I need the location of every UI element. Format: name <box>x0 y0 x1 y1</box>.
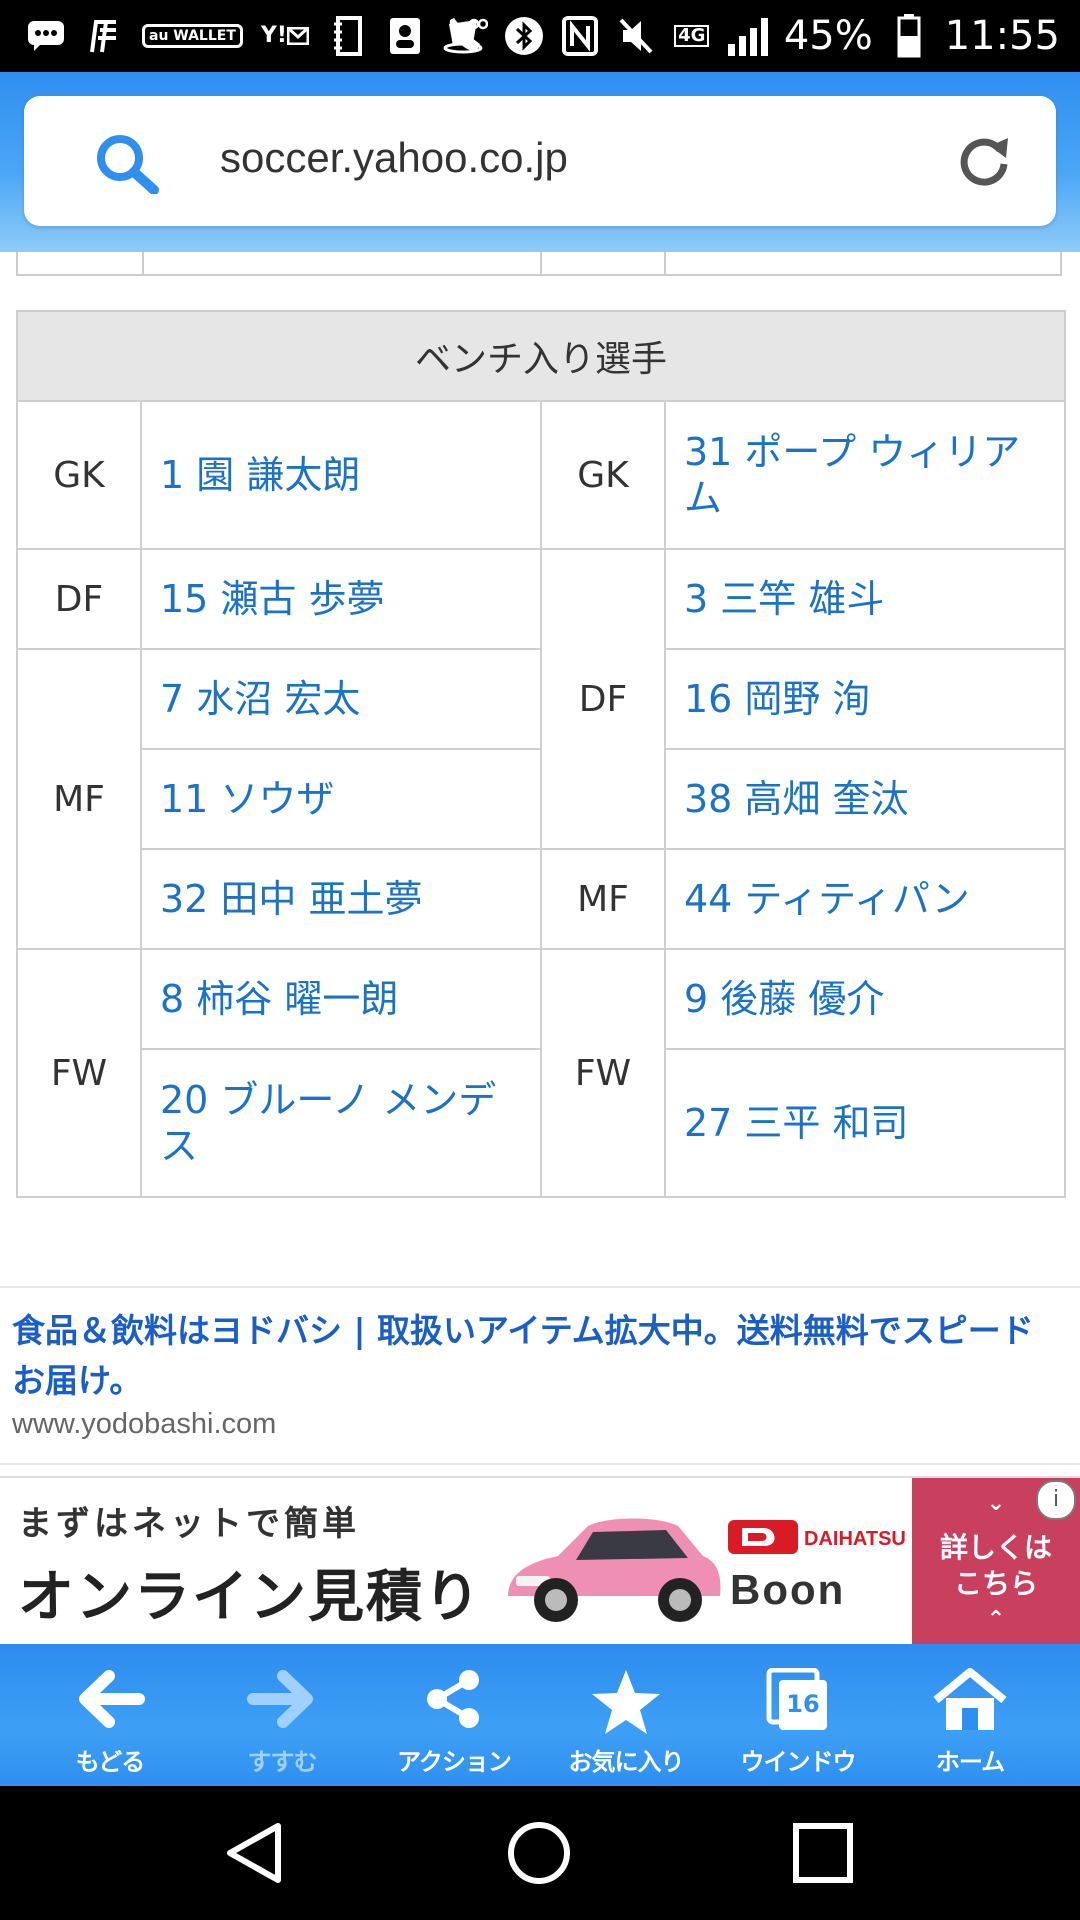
recents-nav-icon[interactable] <box>792 1822 854 1888</box>
yahoo-mail-icon: Y! <box>261 14 309 58</box>
home-nav-icon[interactable] <box>506 1820 572 1890</box>
notebook-icon <box>327 14 367 58</box>
back-nav-icon[interactable] <box>222 1820 286 1890</box>
arrow-left-icon <box>75 1668 145 1734</box>
cta-line2: こちら <box>953 1567 1038 1600</box>
home-icon <box>932 1668 1008 1738</box>
back-label: もどる <box>75 1748 146 1776</box>
player-link[interactable]: 3 三竿 雄斗 <box>663 548 1067 650</box>
forward-label: すすむ <box>247 1748 318 1776</box>
nfc-icon <box>560 14 600 58</box>
brand-name: DAIHATSU <box>804 1528 906 1550</box>
banner-ad[interactable]: まずはネットで簡単 オンライン見積り DAIHATSU Boon ⌄ 詳しくは … <box>0 1476 1080 1648</box>
clock: 11:55 <box>944 13 1060 59</box>
url-text[interactable]: soccer.yahoo.co.jp <box>220 134 568 182</box>
daihatsu-logo <box>728 1520 798 1558</box>
ad-info-icon[interactable]: i <box>1036 1480 1076 1520</box>
favorites-label: お気に入り <box>568 1748 685 1776</box>
model-name: Boon <box>730 1566 846 1613</box>
car-image <box>498 1504 728 1638</box>
position-label: MF <box>540 848 666 950</box>
text-ad[interactable]: 食品＆飲料はヨドバシ | 取扱いアイテム拡大中。送料無料でスピードお届け。 ww… <box>0 1286 1080 1465</box>
chevron-up-icon: ⌃ <box>986 1607 1006 1632</box>
system-navigation-bar <box>0 1786 1080 1920</box>
ad-title-link[interactable]: 食品＆飲料はヨドバシ | 取扱いアイテム拡大中。送料無料でスピードお届け。 <box>12 1306 1062 1406</box>
banner-headline: まずはネットで簡単 <box>18 1504 360 1544</box>
player-link[interactable]: 38 高畑 奎汰 <box>663 748 1067 850</box>
status-bar: au WALLET Y! 4G 45% 11:55 <box>0 0 1080 72</box>
chat-notification-icon <box>26 14 66 58</box>
au-wallet-icon: au WALLET <box>142 14 243 58</box>
favorites-button[interactable]: お気に入り <box>540 1644 712 1786</box>
window-count: 16 <box>786 1690 820 1718</box>
contacts-icon <box>385 14 425 58</box>
browser-toolbar: もどる すすむ アクション お気に入り 16 ウインドウ ホーム <box>0 1644 1080 1786</box>
player-link[interactable]: 32 田中 亜土夢 <box>140 848 542 950</box>
home-label: ホーム <box>935 1748 1005 1776</box>
battery-percent: 45% <box>783 13 873 59</box>
bluetooth-icon <box>504 14 544 58</box>
player-link[interactable]: 16 岡野 洵 <box>663 648 1067 750</box>
player-link[interactable]: 11 ソウザ <box>140 748 542 850</box>
search-icon[interactable] <box>94 132 160 198</box>
player-link[interactable]: 44 ティティパン <box>663 848 1067 950</box>
position-label: GK <box>16 400 142 550</box>
share-icon <box>423 1668 485 1734</box>
app-notification-icon <box>84 14 124 58</box>
player-link[interactable]: 20 ブルーノ メンデス <box>140 1048 542 1198</box>
player-link[interactable]: 15 瀬古 歩夢 <box>140 548 542 650</box>
cta-line1: 詳しくは <box>939 1531 1052 1564</box>
battery-icon <box>889 14 929 58</box>
action-label: アクション <box>397 1748 512 1776</box>
position-label: MF <box>16 648 142 950</box>
player-link[interactable]: 9 後藤 優介 <box>663 948 1067 1050</box>
voicemail-call-icon <box>444 14 488 58</box>
position-label: FW <box>540 948 666 1198</box>
ad-url[interactable]: www.yodobashi.com <box>12 1408 276 1441</box>
banner-main-text: オンライン見積り <box>18 1565 482 1630</box>
network-4g-icon: 4G <box>672 14 712 58</box>
star-icon <box>590 1668 662 1740</box>
arrow-right-icon <box>247 1668 317 1734</box>
reload-icon[interactable] <box>956 132 1012 192</box>
bench-players-table: ベンチ入り選手 GK 1 園 謙太朗 GK 31 ポープ ウィリアム DF 15… <box>15 310 1067 1198</box>
window-button[interactable]: 16 ウインドウ <box>712 1644 884 1786</box>
player-link[interactable]: 7 水沼 宏太 <box>140 648 542 750</box>
bench-title: ベンチ入り選手 <box>15 310 1067 402</box>
mute-icon <box>616 14 656 58</box>
position-label: DF <box>16 548 142 650</box>
player-link[interactable]: 8 柿谷 曜一朗 <box>140 948 542 1050</box>
player-link[interactable]: 31 ポープ ウィリアム <box>663 400 1067 550</box>
previous-table-edge <box>16 252 1062 276</box>
position-label: FW <box>16 948 142 1198</box>
player-link[interactable]: 27 三平 和司 <box>663 1048 1067 1198</box>
window-label: ウインドウ <box>740 1748 857 1776</box>
back-button[interactable]: もどる <box>24 1644 196 1786</box>
browser-header: soccer.yahoo.co.jp <box>0 72 1080 252</box>
position-label: GK <box>540 400 666 550</box>
windows-icon: 16 <box>765 1668 831 1732</box>
home-button[interactable]: ホーム <box>884 1644 1056 1786</box>
player-link[interactable]: 1 園 謙太朗 <box>140 400 542 550</box>
address-bar[interactable]: soccer.yahoo.co.jp <box>24 96 1056 226</box>
forward-button[interactable]: すすむ <box>196 1644 368 1786</box>
position-label: DF <box>540 548 666 850</box>
signal-strength-icon <box>727 16 768 56</box>
action-button[interactable]: アクション <box>368 1644 540 1786</box>
